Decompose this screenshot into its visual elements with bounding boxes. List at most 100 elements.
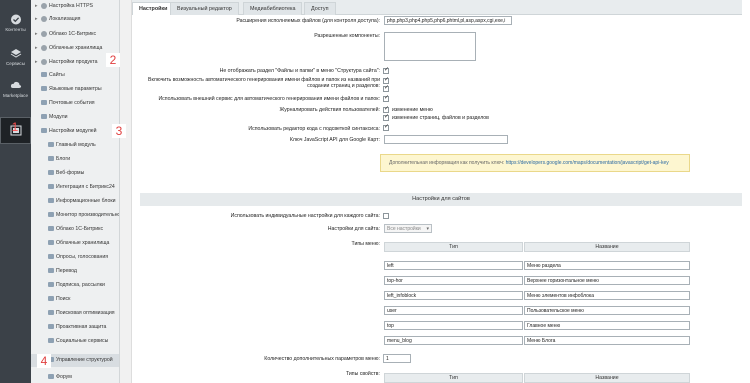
folder-icon: [48, 156, 54, 162]
folder-icon: [48, 324, 54, 330]
tree-item-label: Опросы, голосования: [56, 254, 109, 260]
leftbar-label-2: Marketplace: [2, 93, 29, 98]
tree-item-label: Облачные хранилища: [56, 240, 110, 246]
services-button[interactable]: Сервисы: [0, 48, 31, 72]
tree-item[interactable]: Языковые параметры: [31, 83, 119, 96]
individual-settings-checkbox[interactable]: [383, 213, 389, 219]
tab-visual-editor[interactable]: Визуальный редактор: [170, 2, 239, 15]
desktop-button[interactable]: Контенты: [0, 14, 31, 38]
annotation-2: 2: [106, 53, 120, 67]
hide-structure-checkbox[interactable]: [383, 66, 389, 74]
folder-icon: [41, 114, 47, 120]
marketplace-button[interactable]: Marketplace: [0, 80, 31, 104]
autogen-checkbox-2[interactable]: [383, 84, 389, 92]
tree-item[interactable]: Перевод: [31, 265, 119, 278]
code-editor-checkbox[interactable]: [383, 123, 389, 131]
folder-icon: [48, 142, 54, 148]
code-editor-label: Использовать редактор кода с подсветкой …: [248, 126, 380, 132]
tab-bar: Настройки Визуальный редактор Медиабибли…: [132, 0, 742, 15]
tree-item[interactable]: Монитор производительности: [31, 209, 119, 222]
tree-item[interactable]: Подписка, рассылки: [31, 279, 119, 292]
gmaps-key-input[interactable]: [384, 135, 508, 144]
annotation-3: 3: [112, 124, 126, 138]
menu-type-input[interactable]: top-hor: [384, 276, 523, 285]
tree-item-label: Веб-формы: [56, 170, 85, 176]
tree-item-label: Блоги: [56, 156, 71, 162]
menu-type-input[interactable]: left: [384, 261, 523, 270]
tree-item[interactable]: Блоги: [31, 153, 119, 166]
module-icon: [41, 30, 47, 37]
folder-icon: [48, 198, 54, 204]
tab-settings[interactable]: Настройки: [132, 2, 175, 15]
module-icon: [41, 44, 47, 51]
tree-item[interactable]: Облако 1С-Битрикс: [31, 223, 119, 236]
site-select[interactable]: Все настройки ▾: [384, 224, 432, 233]
menu-types-label: Типы меню:: [351, 241, 380, 247]
module-icon: [41, 58, 47, 65]
menu-type-input[interactable]: left_infoblock: [384, 291, 523, 300]
menu-type-input[interactable]: menu_blog: [384, 336, 523, 345]
tree-item[interactable]: Почтовые события: [31, 97, 119, 110]
tree-item-label: Поиск: [56, 296, 71, 302]
gmaps-label: Ключ JavaScript API для Google Карт:: [289, 137, 380, 143]
tree-item[interactable]: Социальные сервисы: [31, 335, 119, 348]
menu-name-input[interactable]: Главное меню: [524, 321, 690, 330]
folder-icon: [48, 374, 54, 380]
tree-item[interactable]: ▸ Локализация: [31, 13, 119, 26]
tab-media-library[interactable]: Медиабиблиотека: [243, 2, 303, 15]
external-service-checkbox[interactable]: [383, 94, 389, 102]
folder-icon: [41, 86, 47, 92]
menu-name-input[interactable]: Верхнее горизонтальное меню: [524, 276, 690, 285]
folder-icon: [48, 338, 54, 344]
menu-name-input[interactable]: Меню Блога: [524, 336, 690, 345]
individual-settings-label: Использовать индивидуальные настройки дл…: [230, 213, 380, 219]
tree-item[interactable]: Информационные блоки: [31, 195, 119, 208]
property-types-label: Типы свойств:: [345, 371, 380, 377]
prop-col-name: Название: [524, 373, 690, 383]
ext-label: Расширения исполняемых файлов (для контр…: [236, 18, 380, 24]
tree-item[interactable]: Поисковая оптимизация: [31, 307, 119, 320]
ext-input[interactable]: php,php3,php4,php5,php6,phtml,pl,asp,asp…: [384, 16, 512, 25]
folder-icon: [48, 310, 54, 316]
hint-link[interactable]: https://developers.google.com/maps/docum…: [506, 160, 669, 166]
tree-item-label: Настройки модулей: [49, 128, 97, 134]
log-label: Журналировать действия пользователей:: [279, 107, 380, 113]
tree-item[interactable]: Модули: [31, 111, 119, 124]
cloud-icon: [10, 81, 21, 88]
tree-item-label: Облако 1С-Битрикс: [56, 226, 104, 232]
folder-icon: [48, 296, 54, 302]
leftbar-label-0: Контенты: [5, 27, 26, 32]
tab-access[interactable]: Доступ: [304, 2, 336, 15]
tree-item[interactable]: Веб-формы: [31, 167, 119, 180]
tree-item[interactable]: Интеграция с Битрикс24: [31, 181, 119, 194]
tree-item[interactable]: Форум: [31, 371, 119, 383]
components-textarea[interactable]: [384, 32, 476, 61]
menu-type-input[interactable]: top: [384, 321, 523, 330]
menu-name-input[interactable]: Пользовательское меню: [524, 306, 690, 315]
menu-name-input[interactable]: Меню элементов инфоблока: [524, 291, 690, 300]
tree-item[interactable]: Проактивная защита: [31, 321, 119, 334]
tree-item[interactable]: Поиск: [31, 293, 119, 306]
tree-item[interactable]: Сайты: [31, 69, 119, 82]
components-label: Разрешенные компоненты:: [314, 33, 380, 39]
tree-item-label: Подписка, рассылки: [56, 282, 105, 288]
tree-item[interactable]: Настройки модулей: [31, 125, 119, 138]
menu-type-input[interactable]: user: [384, 306, 523, 315]
tree-item[interactable]: ▸ Облако 1С-Битрикс: [31, 28, 119, 41]
tree-item[interactable]: Главный модуль: [31, 139, 119, 152]
hide-structure-label: Не отображать раздел "Файлы и папки" в м…: [219, 68, 380, 74]
tree-item-label: Проактивная защита: [56, 324, 107, 330]
leftbar-label-1: Сервисы: [5, 61, 26, 66]
tree-item[interactable]: Облачные хранилища: [31, 237, 119, 250]
tree-scrollbar[interactable]: [120, 0, 132, 383]
menu-col-type: Тип: [384, 242, 523, 252]
tree-item[interactable]: Опросы, голосования: [31, 251, 119, 264]
extra-params-input[interactable]: 1: [383, 354, 411, 363]
folder-icon: [41, 128, 47, 134]
log-pages-checkbox[interactable]: [383, 113, 389, 121]
tree-item[interactable]: ▸ Настройка HTTPS: [31, 0, 119, 13]
menu-name-input[interactable]: Меню раздела: [524, 261, 690, 270]
tree-item-label: Облачные хранилища: [49, 45, 103, 51]
tree-item-label: Управление структурой: [56, 357, 113, 363]
annotation-1: 1: [11, 120, 19, 134]
